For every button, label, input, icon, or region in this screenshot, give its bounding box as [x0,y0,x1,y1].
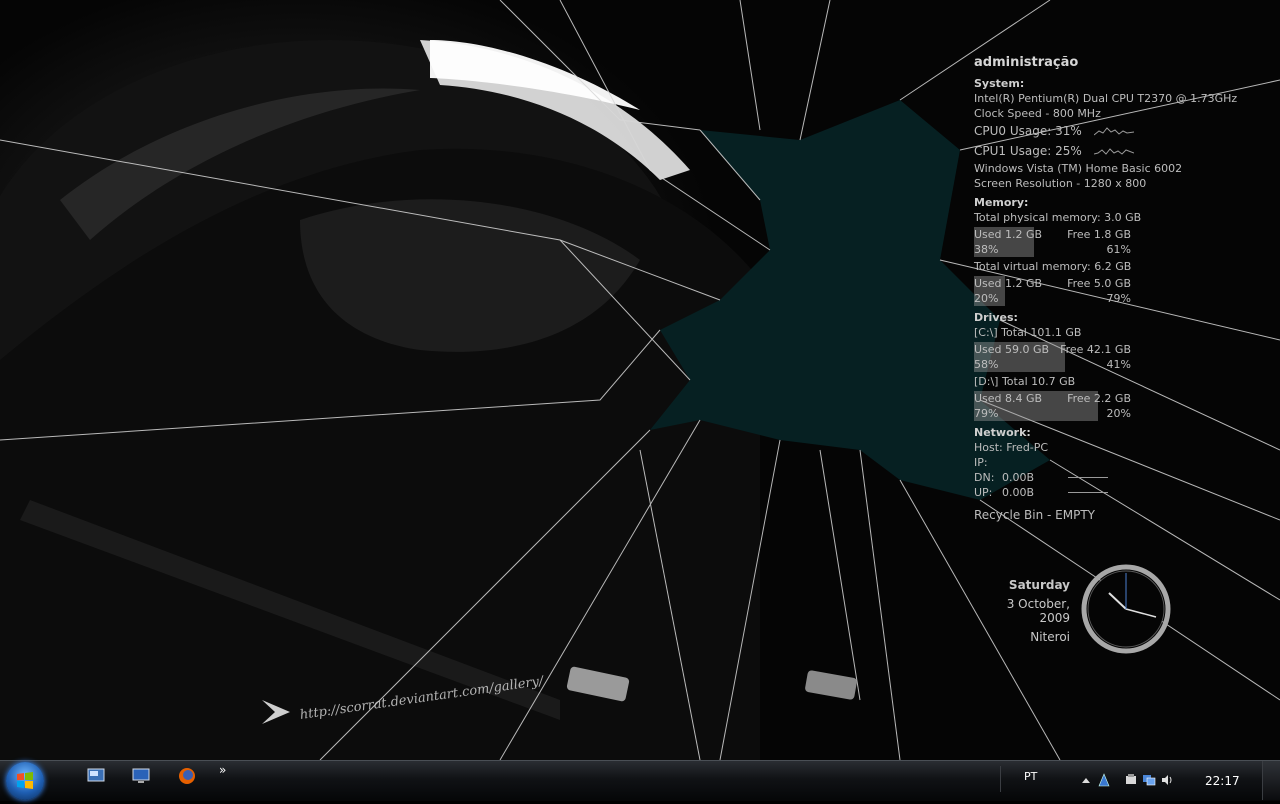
full-date: 3 October, 2009 [1006,597,1070,625]
download-value: 0.00B [1002,471,1035,484]
upload-label: UP: [974,486,993,499]
clock-speed: Clock Speed - 800 MHz [974,107,1101,120]
cpu1-sparkline [1093,148,1134,155]
download-graph [1068,477,1108,478]
memory-heading: Memory: [974,196,1029,209]
system-heading: System: [974,77,1025,90]
screen-resolution: Screen Resolution - 1280 x 800 [974,177,1147,190]
drive-d-total: [D:\] Total 10.7 GB [974,375,1076,388]
os-build: 6002 [1154,162,1183,175]
show-desktop-quicklaunch-icon[interactable] [86,767,106,785]
date-widget: Saturday 3 October, 2009 Niteroi [976,578,1070,644]
virtual-used-pct: 20% [974,292,999,305]
cpu0-usage-label: CPU0 Usage: 31% [974,123,1082,138]
physical-used: Used 1.2 GB [974,228,1043,241]
safely-remove-icon[interactable] [1124,773,1138,787]
drive-d-used: Used 8.4 GB [974,392,1043,405]
recycle-bin-status[interactable]: Recycle Bin - EMPTY [974,508,1234,523]
system-monitor-gadget: administração System: Intel(R) Pentium(R… [974,55,1238,523]
drive-c-total: [C:\] Total 101.1 GB [974,326,1082,339]
drive-c-free: Free 42.1 GB [1060,343,1131,356]
network-ip: IP: [974,456,988,469]
cpu0-sparkline [1093,127,1134,136]
start-button[interactable] [6,762,44,800]
physical-free-pct: 61% [1106,243,1131,256]
physical-free: Free 1.8 GB [1067,228,1131,241]
drive-c-bar: Used 59.0 GB 58% Free 42.1 GB 41% [974,342,1131,372]
cpu1-usage: CPU1 Usage: 25% [974,141,1234,161]
network-upload: UP: 0.00B [974,485,1234,500]
virtual-memory-total: Total virtual memory: 6.2 GB [974,260,1132,273]
weekday: Saturday [1008,578,1070,592]
volume-icon[interactable] [1160,773,1174,787]
virtual-memory-bar: Used 1.2 GB 20% Free 5.0 GB 79% [974,276,1131,306]
upload-graph [1068,492,1108,493]
drive-d-used-pct: 79% [974,407,999,420]
quicklaunch-more-chevron[interactable]: » [219,763,226,777]
network-host: Host: Fred-PC [974,441,1049,454]
language-indicator[interactable]: PT [1024,770,1037,783]
taskbar-clock[interactable]: 22:17 [1205,774,1240,788]
physical-memory-total: Total physical memory: 3.0 GB [974,211,1142,224]
physical-used-pct: 38% [974,243,999,256]
taskbar-separator [1000,766,1001,792]
physical-memory-bar: Used 1.2 GB 38% Free 1.8 GB 61% [974,227,1131,257]
analog-clock[interactable] [1080,563,1172,655]
virtual-used: Used 1.2 GB [974,277,1043,290]
network-download: DN: 0.00B [974,470,1234,485]
windows-logo-icon [17,772,33,789]
os-name: Windows Vista (TM) Home Basic 6002 [974,161,1234,176]
drive-c-used: Used 59.0 GB [974,343,1050,356]
firefox-icon[interactable] [177,767,197,785]
network-heading: Network: [974,426,1031,439]
drive-d-free: Free 2.2 GB [1067,392,1131,405]
drive-d-bar: Used 8.4 GB 79% Free 2.2 GB 20% [974,391,1131,421]
drive-c-free-pct: 41% [1106,358,1131,371]
cpu0-usage: CPU0 Usage: 31% [974,121,1234,141]
cpu-model: Intel(R) Pentium(R) Dual CPU T2370 @ 1.7… [974,92,1238,105]
network-tray-icon[interactable] [1142,773,1156,787]
os-name-label: Windows Vista (TM) Home Basic [974,162,1151,175]
desktop: http://scorrat.deviantart.com/gallery/ a… [0,0,1280,760]
virtual-free-pct: 79% [1106,292,1131,305]
download-label: DN: [974,471,995,484]
virtual-free: Free 5.0 GB [1067,277,1131,290]
drives-heading: Drives: [974,311,1018,324]
show-desktop-button[interactable] [1262,761,1280,800]
clock-city: Niteroi [1030,630,1070,644]
tray-app-icon[interactable] [1097,773,1111,787]
drive-d-free-pct: 20% [1106,407,1131,420]
drive-c-used-pct: 58% [974,358,999,371]
upload-value: 0.00B [1002,486,1035,499]
switch-windows-icon[interactable] [131,767,151,785]
cpu1-usage-label: CPU1 Usage: 25% [974,143,1082,158]
tray-expand-arrow-icon[interactable] [1079,773,1093,787]
gadget-username: administração [974,55,1079,70]
